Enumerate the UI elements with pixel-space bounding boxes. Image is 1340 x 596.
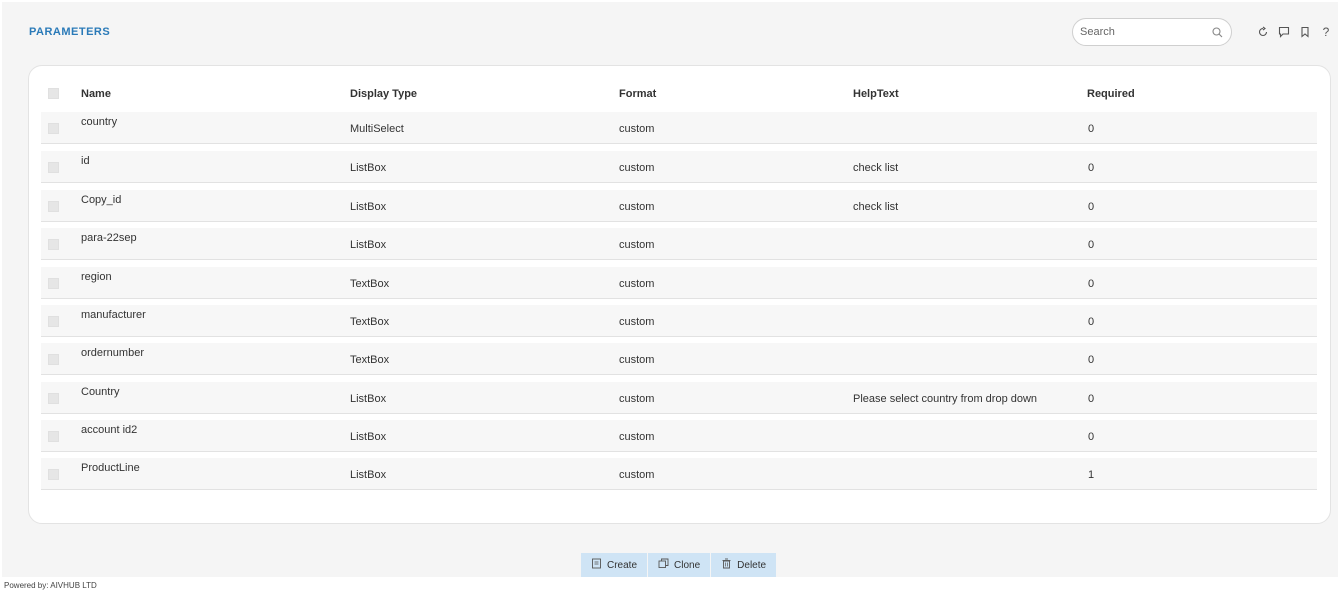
row-checkbox[interactable] [48,239,59,250]
row-checkbox[interactable] [48,431,59,442]
page-background: PARAMETERS ? Name Display Type Format He… [2,2,1338,577]
clone-icon [658,558,669,572]
row-checkbox[interactable] [48,469,59,480]
table-row[interactable]: region TextBox custom 0 [41,267,1317,299]
table-row[interactable]: account id2 ListBox custom 0 [41,420,1317,452]
table-row[interactable]: country MultiSelect custom 0 [41,112,1317,144]
powered-by-footer: Powered by: AIVHUB LTD [4,581,97,590]
param-helptext: check list [853,201,899,213]
param-name: region [81,271,112,283]
table-row[interactable]: Country ListBox custom Please select cou… [41,382,1317,414]
row-checkbox[interactable] [48,316,59,327]
param-display-type: ListBox [350,431,387,443]
param-required: 0 [1088,278,1095,290]
param-required: 0 [1088,162,1095,174]
param-display-type: TextBox [350,278,390,290]
row-checkbox[interactable] [48,393,59,404]
param-display-type: ListBox [350,393,387,405]
param-name: para-22sep [81,232,137,244]
column-header-format[interactable]: Format [619,88,656,100]
param-display-type: ListBox [350,469,387,481]
clone-label: Clone [674,559,701,571]
param-format: custom [619,469,655,481]
param-format: custom [619,354,655,366]
row-checkbox[interactable] [48,278,59,289]
param-name: account id2 [81,424,138,436]
param-name: country [81,116,118,128]
param-display-type: TextBox [350,316,390,328]
param-required: 0 [1088,239,1095,251]
row-checkbox[interactable] [48,201,59,212]
table-row[interactable]: manufacturer TextBox custom 0 [41,305,1317,337]
table-header: Name Display Type Format HelpText Requir… [41,80,1317,108]
row-checkbox[interactable] [48,123,59,134]
parameters-table: Name Display Type Format HelpText Requir… [28,65,1331,524]
search-box[interactable] [1072,18,1232,46]
trash-icon [721,558,732,572]
param-format: custom [619,431,655,443]
param-name: manufacturer [81,309,146,321]
param-name: id [81,155,90,167]
comment-icon[interactable] [1277,25,1291,39]
table-row[interactable]: para-22sep ListBox custom 0 [41,228,1317,260]
param-format: custom [619,278,655,290]
param-name: Country [81,386,120,398]
param-required: 0 [1088,354,1095,366]
row-checkbox[interactable] [48,162,59,173]
table-row[interactable]: ordernumber TextBox custom 0 [41,343,1317,375]
param-helptext: check list [853,162,899,174]
param-display-type: ListBox [350,239,387,251]
search-input[interactable] [1073,19,1213,45]
param-format: custom [619,201,655,213]
column-header-name[interactable]: Name [81,88,111,100]
param-format: custom [619,239,655,251]
column-header-display-type[interactable]: Display Type [350,88,417,100]
param-display-type: MultiSelect [350,123,404,135]
create-icon [591,558,602,572]
delete-label: Delete [737,559,767,571]
param-format: custom [619,393,655,405]
select-all-checkbox[interactable] [48,88,59,99]
param-format: custom [619,162,655,174]
param-display-type: ListBox [350,162,387,174]
param-format: custom [619,316,655,328]
refresh-icon[interactable] [1256,25,1270,39]
table-row[interactable]: id ListBox custom check list 0 [41,151,1317,183]
param-format: custom [619,123,655,135]
create-label: Create [607,559,638,571]
param-required: 0 [1088,393,1095,405]
create-button[interactable]: Create [581,553,648,577]
toolbar: ? [1256,25,1333,39]
clone-button[interactable]: Clone [648,553,711,577]
help-icon[interactable]: ? [1319,25,1333,39]
column-header-required[interactable]: Required [1087,88,1135,100]
param-required: 1 [1088,469,1095,481]
param-required: 0 [1088,431,1095,443]
param-helptext: Please select country from drop down [853,393,1038,405]
row-checkbox[interactable] [48,354,59,365]
page-title: PARAMETERS [29,26,111,38]
param-name: ordernumber [81,347,144,359]
table-row[interactable]: ProductLine ListBox custom 1 [41,458,1317,490]
bookmark-icon[interactable] [1298,25,1312,39]
column-header-helptext[interactable]: HelpText [853,88,899,100]
param-required: 0 [1088,201,1095,213]
param-required: 0 [1088,123,1095,135]
param-name: ProductLine [81,462,140,474]
param-name: Copy_id [81,194,122,206]
param-display-type: ListBox [350,201,387,213]
table-row[interactable]: Copy_id ListBox custom check list 0 [41,190,1317,222]
param-display-type: TextBox [350,354,390,366]
param-required: 0 [1088,316,1095,328]
delete-button[interactable]: Delete [711,553,777,577]
action-bar: Create Clone Delete [581,553,777,577]
search-icon[interactable] [1212,27,1223,41]
